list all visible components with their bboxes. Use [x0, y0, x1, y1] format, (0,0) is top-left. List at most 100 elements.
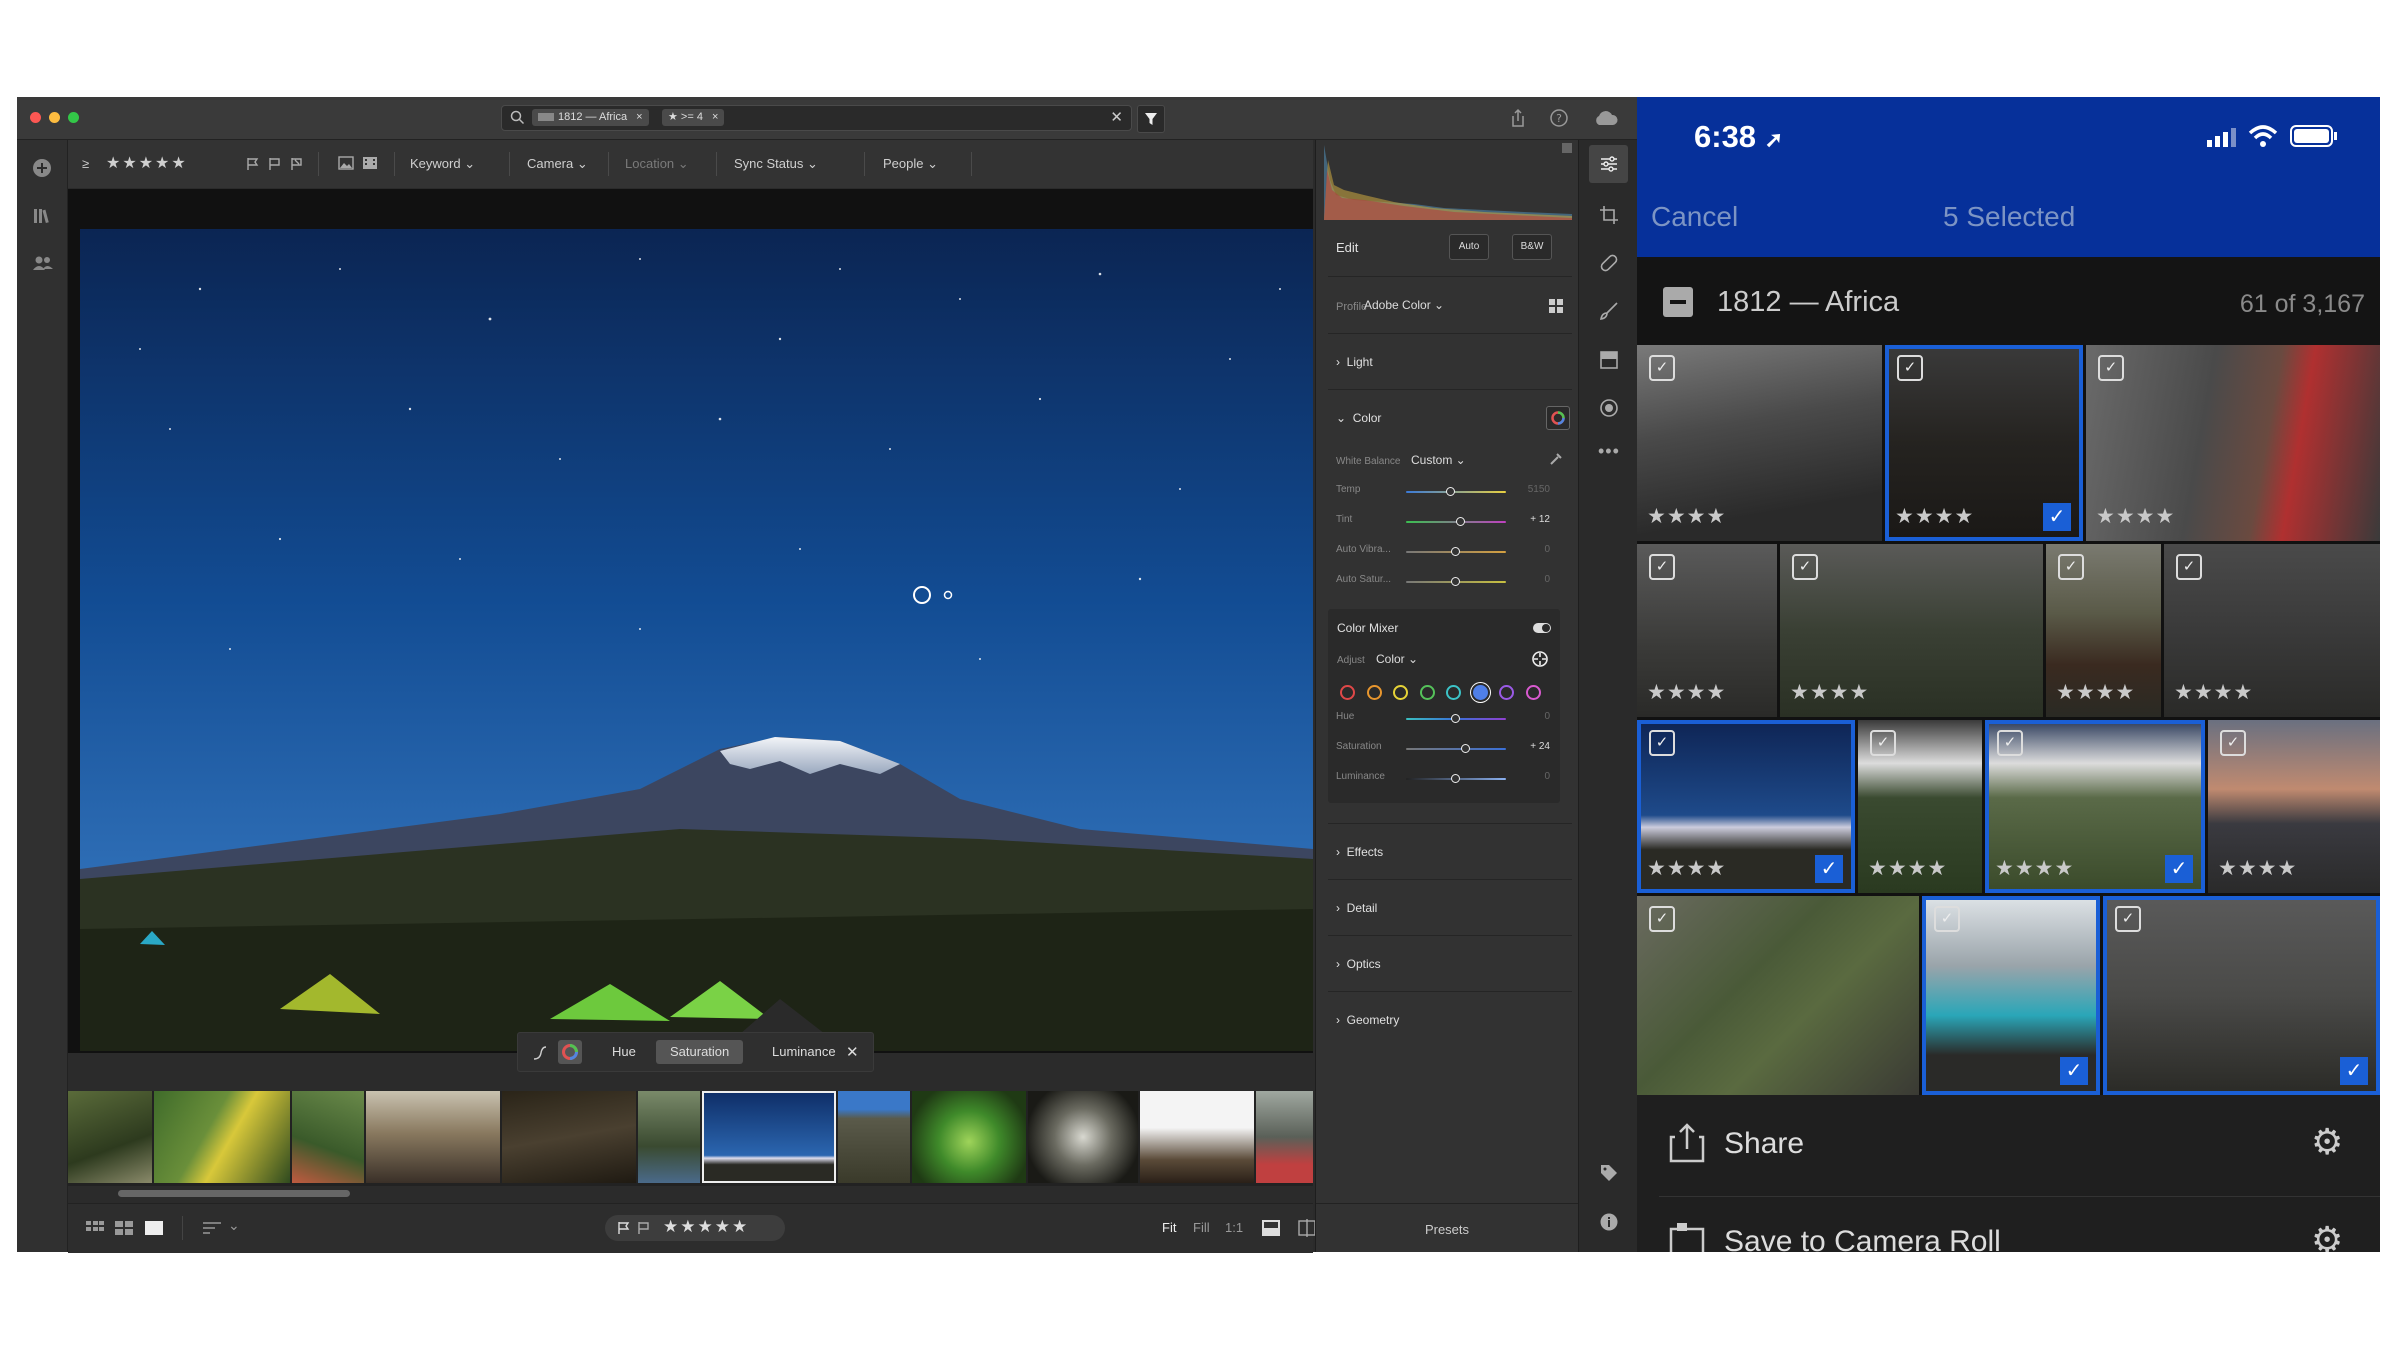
grid-photo[interactable]: ✓ ★★★★	[1637, 345, 1882, 541]
color-mixer-switch[interactable]	[1533, 623, 1551, 633]
filmstrip-thumbnail[interactable]	[154, 1091, 290, 1183]
clear-search-icon[interactable]: ✕	[1110, 108, 1123, 126]
save-to-camera-roll-row[interactable]: Save to Camera Roll ⚙	[1637, 1197, 2380, 1252]
share-settings-gear-icon[interactable]: ⚙	[2311, 1121, 2343, 1163]
sort-icon[interactable]	[203, 1221, 221, 1235]
zoom-fit-button[interactable]: Fit	[1162, 1220, 1176, 1235]
share-row[interactable]: Share ⚙	[1637, 1095, 2380, 1196]
filmstrip-thumbnail[interactable]	[1140, 1091, 1254, 1183]
grid-photo[interactable]: ✓ ★★★★	[1637, 544, 1777, 717]
healing-brush-icon[interactable]	[1599, 253, 1619, 273]
color-swatch[interactable]	[1393, 685, 1408, 700]
crop-icon[interactable]	[1599, 205, 1619, 225]
color-swatch[interactable]	[1446, 685, 1461, 700]
zoom-1to1-button[interactable]: 1:1	[1225, 1220, 1243, 1235]
effects-section-header[interactable]: › Effects	[1336, 845, 1383, 859]
color-swatch[interactable]	[1340, 685, 1355, 700]
white-balance-dropdown[interactable]: Custom ⌄	[1411, 453, 1466, 467]
compare-view-icon[interactable]	[1298, 1219, 1316, 1237]
videos-type-icon[interactable]	[362, 156, 378, 170]
photos-type-icon[interactable]	[338, 156, 354, 170]
grid-photo-selected[interactable]: ✓ ✓	[2103, 896, 2380, 1095]
edit-tool-button[interactable]	[1589, 145, 1628, 183]
color-section-header[interactable]: ⌄ Color	[1336, 411, 1381, 425]
filmstrip-thumbnail[interactable]	[366, 1091, 500, 1183]
grid-photo[interactable]: ✓	[1637, 896, 1919, 1095]
color-swatch[interactable]	[1366, 685, 1382, 700]
close-window-button[interactable]	[30, 112, 41, 123]
minimize-window-button[interactable]	[49, 112, 60, 123]
photo-grid-view-icon[interactable]	[115, 1221, 133, 1235]
color-swatch[interactable]	[1419, 685, 1435, 700]
location-filter[interactable]: Location ⌄	[625, 140, 689, 188]
color-tool-button[interactable]	[558, 1040, 582, 1064]
rating-operator[interactable]: ≥	[82, 140, 89, 188]
grid-photo[interactable]: ✓ ★★★★	[2164, 544, 2380, 717]
deselect-all-checkbox[interactable]	[1663, 287, 1693, 317]
curve-tool-icon[interactable]	[532, 1045, 548, 1061]
filmstrip-thumbnail[interactable]	[838, 1091, 910, 1183]
linear-gradient-icon[interactable]	[1599, 350, 1619, 370]
filmstrip-thumbnail-selected[interactable]	[702, 1091, 836, 1183]
profile-dropdown[interactable]: Adobe Color ⌄	[1364, 298, 1444, 312]
more-options-icon[interactable]: •••	[1598, 441, 1620, 462]
color-swatch[interactable]	[1499, 685, 1514, 700]
zoom-window-button[interactable]	[68, 112, 79, 123]
flag-pick-icon[interactable]	[617, 1221, 631, 1235]
search-input[interactable]: 1812 — Africa × ★ >= 4 × ✕	[501, 105, 1132, 131]
show-original-icon[interactable]	[1262, 1220, 1280, 1236]
profile-browser-icon[interactable]	[1548, 298, 1564, 314]
photo-rating-stars[interactable]: ★★★★★	[663, 1217, 749, 1237]
optics-section-header[interactable]: › Optics	[1336, 957, 1381, 971]
light-section-header[interactable]: › Light	[1336, 355, 1373, 369]
people-icon[interactable]	[32, 254, 54, 274]
color-swatch[interactable]	[1472, 685, 1488, 700]
sync-status-filter[interactable]: Sync Status ⌄	[734, 140, 818, 188]
brush-icon[interactable]	[1599, 301, 1619, 321]
chevron-down-icon[interactable]: ⌄	[228, 1217, 240, 1234]
cancel-button[interactable]: Cancel	[1651, 201, 1738, 233]
wb-slider-knob[interactable]	[1456, 517, 1465, 526]
hue-mode-button[interactable]: Hue	[598, 1040, 650, 1064]
target-adjust-icon[interactable]	[1531, 650, 1549, 668]
people-filter[interactable]: People ⌄	[883, 140, 938, 188]
wb-slider-track[interactable]	[1406, 491, 1506, 493]
mix-slider-knob[interactable]	[1451, 714, 1460, 723]
help-icon[interactable]: ?	[1549, 108, 1569, 128]
filmstrip-thumbnail[interactable]	[292, 1091, 364, 1183]
color-swatch[interactable]	[1525, 685, 1541, 700]
add-photos-icon[interactable]	[32, 158, 52, 178]
histogram-toggle[interactable]	[1562, 143, 1572, 153]
filmstrip-thumbnail[interactable]	[912, 1091, 1026, 1183]
info-icon[interactable]	[1599, 1212, 1619, 1232]
keyword-filter[interactable]: Keyword ⌄	[410, 140, 475, 188]
grid-photo-selected[interactable]: ✓ ✓	[1922, 896, 2100, 1095]
mix-slider-track[interactable]	[1406, 748, 1506, 750]
wb-slider-knob[interactable]	[1446, 487, 1455, 496]
flag-pick-icon[interactable]	[246, 157, 260, 171]
grid-photo[interactable]: ✓ ★★★★	[2086, 345, 2380, 541]
filmstrip-thumbnail[interactable]	[638, 1091, 700, 1183]
detail-section-header[interactable]: › Detail	[1336, 901, 1377, 915]
grid-photo-selected[interactable]: ✓ ★★★★ ✓	[1637, 720, 1855, 893]
wb-slider-knob[interactable]	[1451, 577, 1460, 586]
filmstrip-thumbnail[interactable]	[1028, 1091, 1138, 1183]
geometry-section-header[interactable]: › Geometry	[1336, 1013, 1399, 1027]
grid-photo[interactable]: ✓ ★★★★	[1780, 544, 2043, 717]
filmstrip-thumbnail[interactable]	[68, 1091, 152, 1183]
rating-filter-stars[interactable]: ★★★★★	[106, 140, 188, 188]
presets-button[interactable]: Presets	[1316, 1222, 1578, 1237]
auto-button[interactable]: Auto	[1449, 234, 1489, 260]
mix-slider-knob[interactable]	[1451, 774, 1460, 783]
library-icon[interactable]	[32, 206, 52, 226]
filmstrip-scrollbar[interactable]	[118, 1190, 350, 1197]
cloud-sync-icon[interactable]	[1593, 110, 1619, 126]
wb-slider-knob[interactable]	[1451, 547, 1460, 556]
close-tool-icon[interactable]: ✕	[846, 1043, 859, 1061]
grid-photo-selected[interactable]: ✓ ★★★★ ✓	[1885, 345, 2083, 541]
filmstrip-thumbnail[interactable]	[502, 1091, 636, 1183]
adjust-dropdown[interactable]: Color ⌄	[1376, 652, 1418, 666]
grid-photo-selected[interactable]: ✓ ★★★★ ✓	[1985, 720, 2205, 893]
share-icon[interactable]	[1510, 108, 1526, 128]
grid-photo[interactable]: ✓ ★★★★	[2046, 544, 2161, 717]
